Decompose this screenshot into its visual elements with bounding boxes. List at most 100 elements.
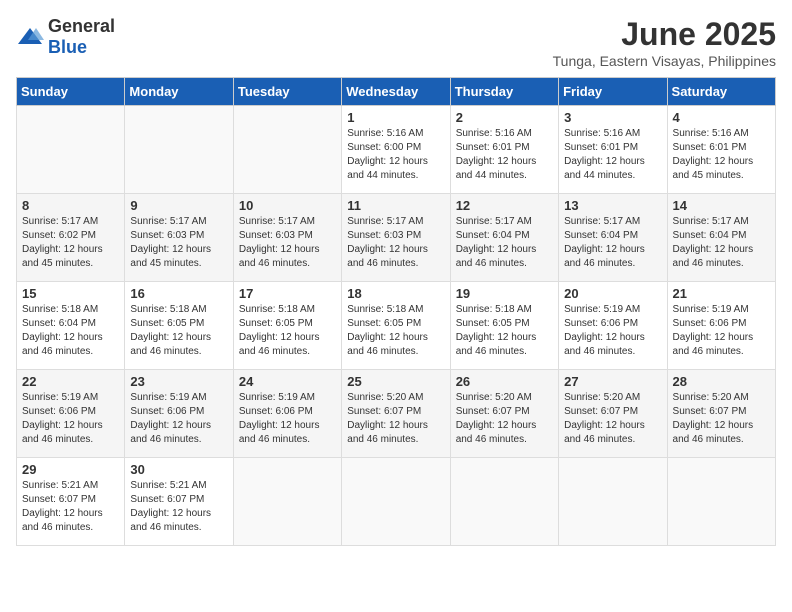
day-number: 29 [22, 462, 119, 477]
calendar-cell: 13 Sunrise: 5:17 AMSunset: 6:04 PMDaylig… [559, 194, 667, 282]
day-number: 11 [347, 198, 444, 213]
weekday-header: Monday [125, 78, 233, 106]
logo-blue: Blue [48, 37, 87, 57]
day-number: 19 [456, 286, 553, 301]
day-number: 2 [456, 110, 553, 125]
day-number: 12 [456, 198, 553, 213]
calendar-cell [125, 106, 233, 194]
logo: General Blue [16, 16, 115, 58]
day-number: 9 [130, 198, 227, 213]
day-info: Sunrise: 5:20 AMSunset: 6:07 PMDaylight:… [456, 391, 553, 447]
calendar-cell: 21 Sunrise: 5:19 AMSunset: 6:06 PMDaylig… [667, 282, 775, 370]
calendar-cell [559, 458, 667, 546]
day-number: 15 [22, 286, 119, 301]
calendar-cell: 14 Sunrise: 5:17 AMSunset: 6:04 PMDaylig… [667, 194, 775, 282]
day-info: Sunrise: 5:19 AMSunset: 6:06 PMDaylight:… [22, 391, 119, 447]
day-number: 26 [456, 374, 553, 389]
calendar-cell: 20 Sunrise: 5:19 AMSunset: 6:06 PMDaylig… [559, 282, 667, 370]
day-info: Sunrise: 5:16 AMSunset: 6:00 PMDaylight:… [347, 127, 444, 183]
day-info: Sunrise: 5:21 AMSunset: 6:07 PMDaylight:… [22, 479, 119, 535]
calendar-cell [450, 458, 558, 546]
day-info: Sunrise: 5:19 AMSunset: 6:06 PMDaylight:… [673, 303, 770, 359]
calendar-cell [233, 106, 341, 194]
calendar-cell: 23 Sunrise: 5:19 AMSunset: 6:06 PMDaylig… [125, 370, 233, 458]
day-info: Sunrise: 5:17 AMSunset: 6:02 PMDaylight:… [22, 215, 119, 271]
day-number: 17 [239, 286, 336, 301]
calendar-cell: 17 Sunrise: 5:18 AMSunset: 6:05 PMDaylig… [233, 282, 341, 370]
calendar-cell: 24 Sunrise: 5:19 AMSunset: 6:06 PMDaylig… [233, 370, 341, 458]
day-info: Sunrise: 5:19 AMSunset: 6:06 PMDaylight:… [239, 391, 336, 447]
day-number: 10 [239, 198, 336, 213]
day-info: Sunrise: 5:18 AMSunset: 6:05 PMDaylight:… [347, 303, 444, 359]
calendar-cell [667, 458, 775, 546]
calendar-cell: 16 Sunrise: 5:18 AMSunset: 6:05 PMDaylig… [125, 282, 233, 370]
day-number: 22 [22, 374, 119, 389]
title-area: June 2025 Tunga, Eastern Visayas, Philip… [553, 16, 776, 69]
calendar-cell: 19 Sunrise: 5:18 AMSunset: 6:05 PMDaylig… [450, 282, 558, 370]
calendar-cell [17, 106, 125, 194]
calendar-cell: 25 Sunrise: 5:20 AMSunset: 6:07 PMDaylig… [342, 370, 450, 458]
calendar-cell: 27 Sunrise: 5:20 AMSunset: 6:07 PMDaylig… [559, 370, 667, 458]
calendar-cell: 18 Sunrise: 5:18 AMSunset: 6:05 PMDaylig… [342, 282, 450, 370]
calendar-cell: 4 Sunrise: 5:16 AMSunset: 6:01 PMDayligh… [667, 106, 775, 194]
day-number: 4 [673, 110, 770, 125]
day-number: 8 [22, 198, 119, 213]
day-info: Sunrise: 5:21 AMSunset: 6:07 PMDaylight:… [130, 479, 227, 535]
calendar-cell: 10 Sunrise: 5:17 AMSunset: 6:03 PMDaylig… [233, 194, 341, 282]
day-info: Sunrise: 5:16 AMSunset: 6:01 PMDaylight:… [673, 127, 770, 183]
weekday-header: Friday [559, 78, 667, 106]
month-title: June 2025 [553, 16, 776, 53]
calendar-cell: 30 Sunrise: 5:21 AMSunset: 6:07 PMDaylig… [125, 458, 233, 546]
calendar-cell [233, 458, 341, 546]
day-number: 3 [564, 110, 661, 125]
day-info: Sunrise: 5:20 AMSunset: 6:07 PMDaylight:… [347, 391, 444, 447]
day-info: Sunrise: 5:20 AMSunset: 6:07 PMDaylight:… [673, 391, 770, 447]
page-header: General Blue June 2025 Tunga, Eastern Vi… [16, 16, 776, 69]
day-info: Sunrise: 5:18 AMSunset: 6:05 PMDaylight:… [456, 303, 553, 359]
day-number: 16 [130, 286, 227, 301]
calendar-cell: 8 Sunrise: 5:17 AMSunset: 6:02 PMDayligh… [17, 194, 125, 282]
day-number: 23 [130, 374, 227, 389]
day-info: Sunrise: 5:19 AMSunset: 6:06 PMDaylight:… [130, 391, 227, 447]
logo-text: General Blue [48, 16, 115, 58]
calendar-cell: 3 Sunrise: 5:16 AMSunset: 6:01 PMDayligh… [559, 106, 667, 194]
weekday-header: Saturday [667, 78, 775, 106]
calendar-cell: 12 Sunrise: 5:17 AMSunset: 6:04 PMDaylig… [450, 194, 558, 282]
weekday-header: Wednesday [342, 78, 450, 106]
day-number: 25 [347, 374, 444, 389]
calendar-cell: 2 Sunrise: 5:16 AMSunset: 6:01 PMDayligh… [450, 106, 558, 194]
calendar-cell: 29 Sunrise: 5:21 AMSunset: 6:07 PMDaylig… [17, 458, 125, 546]
calendar-cell: 9 Sunrise: 5:17 AMSunset: 6:03 PMDayligh… [125, 194, 233, 282]
day-number: 20 [564, 286, 661, 301]
weekday-header: Thursday [450, 78, 558, 106]
day-number: 14 [673, 198, 770, 213]
logo-icon [16, 26, 44, 48]
day-info: Sunrise: 5:16 AMSunset: 6:01 PMDaylight:… [564, 127, 661, 183]
calendar-cell [342, 458, 450, 546]
calendar-cell: 22 Sunrise: 5:19 AMSunset: 6:06 PMDaylig… [17, 370, 125, 458]
day-info: Sunrise: 5:16 AMSunset: 6:01 PMDaylight:… [456, 127, 553, 183]
calendar-table: SundayMondayTuesdayWednesdayThursdayFrid… [16, 77, 776, 546]
day-number: 1 [347, 110, 444, 125]
day-info: Sunrise: 5:17 AMSunset: 6:04 PMDaylight:… [673, 215, 770, 271]
day-number: 30 [130, 462, 227, 477]
calendar-cell: 1 Sunrise: 5:16 AMSunset: 6:00 PMDayligh… [342, 106, 450, 194]
day-info: Sunrise: 5:17 AMSunset: 6:04 PMDaylight:… [564, 215, 661, 271]
day-number: 27 [564, 374, 661, 389]
day-number: 24 [239, 374, 336, 389]
calendar-cell: 15 Sunrise: 5:18 AMSunset: 6:04 PMDaylig… [17, 282, 125, 370]
calendar-cell: 26 Sunrise: 5:20 AMSunset: 6:07 PMDaylig… [450, 370, 558, 458]
day-info: Sunrise: 5:18 AMSunset: 6:05 PMDaylight:… [130, 303, 227, 359]
day-info: Sunrise: 5:17 AMSunset: 6:04 PMDaylight:… [456, 215, 553, 271]
day-info: Sunrise: 5:18 AMSunset: 6:04 PMDaylight:… [22, 303, 119, 359]
calendar-cell: 28 Sunrise: 5:20 AMSunset: 6:07 PMDaylig… [667, 370, 775, 458]
day-info: Sunrise: 5:19 AMSunset: 6:06 PMDaylight:… [564, 303, 661, 359]
day-number: 13 [564, 198, 661, 213]
location-title: Tunga, Eastern Visayas, Philippines [553, 53, 776, 69]
day-info: Sunrise: 5:17 AMSunset: 6:03 PMDaylight:… [130, 215, 227, 271]
day-info: Sunrise: 5:18 AMSunset: 6:05 PMDaylight:… [239, 303, 336, 359]
day-number: 21 [673, 286, 770, 301]
weekday-header: Tuesday [233, 78, 341, 106]
day-number: 28 [673, 374, 770, 389]
day-info: Sunrise: 5:20 AMSunset: 6:07 PMDaylight:… [564, 391, 661, 447]
